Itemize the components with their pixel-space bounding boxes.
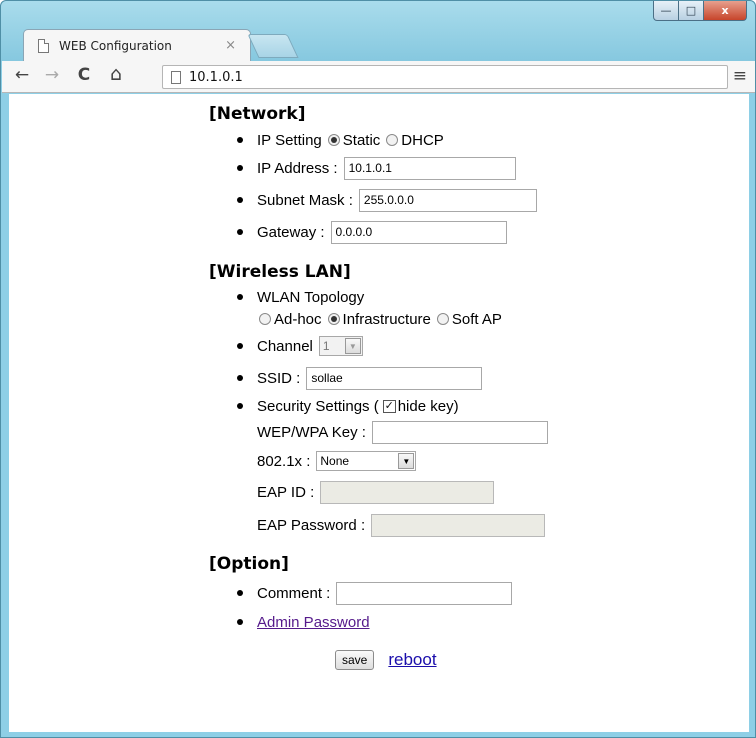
admin-password-link[interactable]: Admin Password [257,614,370,631]
config-form: [Network] IP Setting Static DHCP IP Addr… [209,104,629,670]
menu-icon[interactable]: ≡ [733,66,747,86]
dhcp-radio[interactable] [386,134,399,146]
comment-label: Comment : [257,584,331,602]
topology-options: Ad-hoc Infrastructure Soft AP [209,308,629,330]
softap-label: Soft AP [451,310,502,328]
ip-address-label: IP Address : [257,159,338,177]
page-icon [38,38,49,53]
security-label: Security Settings ( [257,397,379,415]
home-icon[interactable]: ⌂ [106,63,126,85]
gateway-input[interactable]: 0.0.0.0 [330,220,507,244]
chevron-down-icon: ▼ [398,453,415,469]
forward-icon[interactable]: → [42,65,62,85]
gateway-row: Gateway : 0.0.0.0 [209,216,629,248]
ip-address-row: IP Address : 10.1.0.1 [209,152,629,184]
channel-select[interactable]: 1 ▼ [318,336,363,356]
network-list: IP Setting Static DHCP IP Address : 10.1… [209,128,629,248]
ip-setting-row: IP Setting Static DHCP [209,128,629,152]
dot1x-label: 802.1x : [257,452,311,470]
wep-key-input[interactable] [371,420,548,444]
reload-icon[interactable]: C [74,65,94,85]
browser-toolbar: ← → C ⌂ 10.1.0.1 ≡ [2,61,755,93]
ssid-row: SSID : sollae [209,362,629,394]
option-list: Comment : Admin Password [209,578,629,636]
save-button[interactable]: save [335,650,375,670]
eap-password-row: EAP Password : [209,508,629,542]
hide-key-label: hide key) [397,397,459,415]
channel-label: Channel [257,337,313,355]
comment-row: Comment : [209,578,629,608]
action-row: save reboot [209,650,629,670]
chevron-down-icon: ▼ [344,338,361,354]
subnet-label: Subnet Mask : [257,191,353,209]
wireless-list: WLAN Topology Ad-hoc Infrastructure Soft… [209,286,629,542]
infrastructure-label: Infrastructure [342,310,431,328]
eap-id-input [320,480,495,504]
minimize-button[interactable]: — [653,1,679,21]
browser-tab[interactable]: WEB Configuration × [23,29,251,61]
new-tab-button[interactable] [247,34,299,58]
eap-id-label: EAP ID : [257,483,315,501]
subnet-input[interactable]: 255.0.0.0 [358,188,537,212]
infrastructure-radio[interactable] [327,313,340,325]
page-content: [Network] IP Setting Static DHCP IP Addr… [9,94,749,732]
subnet-row: Subnet Mask : 255.0.0.0 [209,184,629,216]
page-icon [171,70,181,84]
hide-key-checkbox[interactable]: ✓ [382,399,396,413]
security-row: Security Settings ( ✓ hide key) [209,394,629,418]
maximize-button[interactable]: □ [678,1,704,21]
ip-setting-label: IP Setting [257,131,322,149]
address-bar[interactable]: 10.1.0.1 [162,65,728,89]
window-controls: — □ x [653,1,747,23]
dot1x-row: 802.1x : None ▼ [209,446,629,476]
back-icon[interactable]: ← [12,65,32,85]
eap-password-input [371,513,546,537]
close-window-button[interactable]: x [703,1,747,21]
reboot-link[interactable]: reboot [388,650,436,670]
ssid-input[interactable]: sollae [306,366,483,390]
topology-row: WLAN Topology [209,286,629,308]
admin-password-row: Admin Password [209,608,629,636]
option-heading: [Option] [209,554,289,574]
adhoc-label: Ad-hoc [274,310,322,328]
address-text: 10.1.0.1 [189,69,243,85]
tab-close-icon[interactable]: × [225,38,236,53]
wep-row: WEP/WPA Key : [209,418,629,446]
tab-title: WEB Configuration [59,38,172,53]
static-label: Static [342,131,381,149]
static-radio[interactable] [327,134,340,146]
dot1x-value: None [320,454,350,468]
eap-id-row: EAP ID : [209,476,629,508]
wep-label: WEP/WPA Key : [257,423,366,441]
network-heading: [Network] [209,104,306,124]
ip-address-input[interactable]: 10.1.0.1 [343,156,516,180]
gateway-label: Gateway : [257,223,325,241]
browser-window: — □ x WEB Configuration × ← → C ⌂ 10.1.0… [0,0,756,738]
dot1x-select[interactable]: None ▼ [316,451,417,471]
ssid-label: SSID : [257,369,301,387]
adhoc-radio[interactable] [259,313,271,325]
eap-password-label: EAP Password : [257,516,366,534]
topology-label: WLAN Topology [257,288,365,306]
wireless-heading: [Wireless LAN] [209,262,351,282]
dhcp-label: DHCP [401,131,444,149]
channel-value: 1 [322,339,330,353]
title-bar: — □ x WEB Configuration × [1,1,755,61]
channel-row: Channel 1 ▼ [209,330,629,362]
softap-radio[interactable] [436,313,449,325]
comment-input[interactable] [336,581,513,605]
